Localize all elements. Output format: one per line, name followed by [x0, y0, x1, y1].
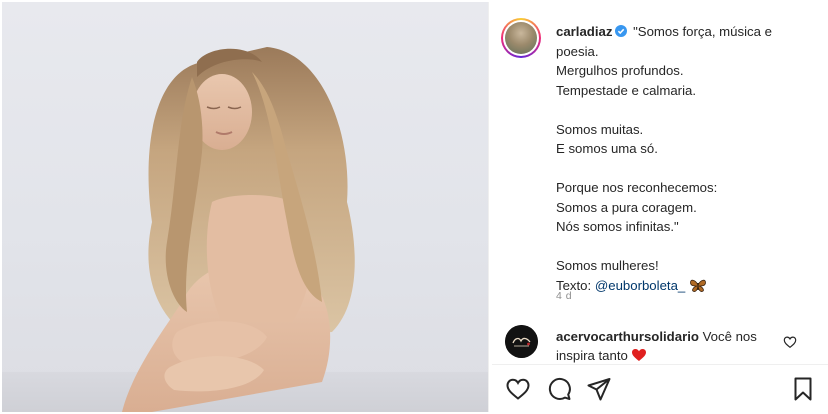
commenter-username[interactable]: acervocarthursolidario [556, 329, 699, 344]
author-username[interactable]: carladiaz [556, 24, 612, 39]
caption-line: Porque nos reconhecemos: [556, 180, 718, 195]
commenter-logo-icon [505, 325, 538, 358]
bookmark-icon [794, 377, 812, 401]
caption-line: Somos muitas. [556, 121, 644, 137]
caption-first-line: carladiaz "Somos força, música e [556, 22, 818, 42]
comment-button[interactable] [546, 376, 572, 402]
comment-icon [548, 378, 571, 400]
avatar-ring [503, 20, 539, 56]
caption-line: Somos a pura coragem. [556, 199, 697, 215]
actions-divider [492, 364, 828, 365]
comment-like-heart-icon[interactable] [783, 335, 797, 349]
share-button[interactable] [586, 376, 612, 402]
post-photo[interactable] [2, 2, 488, 412]
post-image [2, 47, 488, 412]
caption-line: Nós somos infinitas." [556, 219, 679, 234]
panel-divider [488, 2, 489, 412]
heart-icon [506, 378, 530, 400]
verified-badge-icon [615, 25, 628, 37]
caption-line: E somos uma só. [556, 141, 658, 156]
credit-mention-link[interactable]: @euborboleta_ [595, 278, 685, 293]
red-heart-emoji-icon [631, 349, 646, 361]
post-actions-bar [492, 366, 828, 412]
caption-line: Somos mulheres! [556, 258, 659, 273]
caption-line: Tempestade e calmaria. [556, 82, 696, 98]
avatar-image [505, 22, 537, 54]
commenter-avatar[interactable] [505, 325, 538, 358]
caption-credit: Texto: @euborboleta_ [556, 276, 818, 296]
post-timestamp[interactable]: 4 d [556, 290, 572, 302]
instagram-post: carladiaz "Somos força, música e poesia.… [0, 0, 828, 414]
caption-line: poesia. [556, 43, 599, 59]
post-caption: carladiaz "Somos força, música e poesia.… [556, 22, 818, 295]
butterfly-emoji-icon [690, 279, 707, 292]
share-icon [587, 378, 611, 401]
save-button[interactable] [790, 376, 816, 402]
comment-item: acervocarthursolidario Você nos inspira … [556, 327, 776, 363]
caption-line: Mergulhos profundos. [556, 63, 684, 78]
author-avatar[interactable] [501, 18, 541, 58]
caption-line: "Somos força, música e [633, 24, 772, 39]
like-button[interactable] [505, 376, 531, 402]
